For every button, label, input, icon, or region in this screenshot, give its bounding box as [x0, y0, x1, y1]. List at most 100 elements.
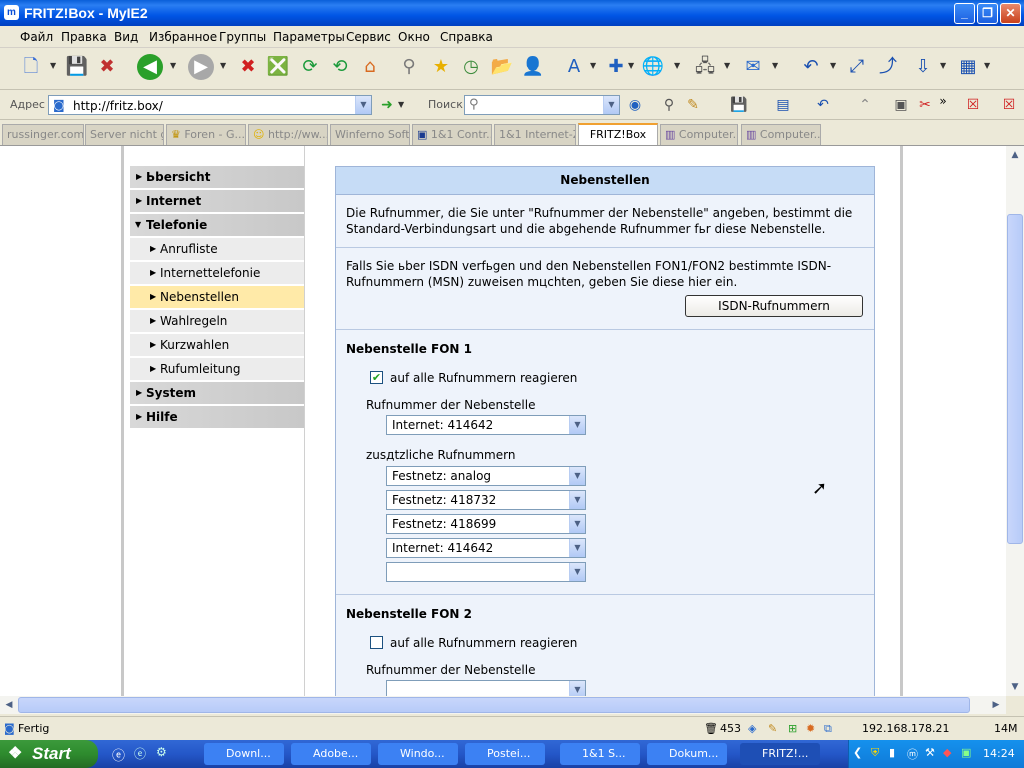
- tab-http[interactable]: ☺ http://ww...: [248, 124, 328, 145]
- nav-uebersicht[interactable]: ▶ Ьbersicht: [130, 166, 304, 190]
- mail-icon[interactable]: ✉: [740, 54, 766, 80]
- nav-internettelefonie[interactable]: ▶ Internettelefonie: [130, 262, 304, 286]
- chevron-down-icon[interactable]: ▼: [569, 515, 585, 533]
- horizontal-scrollbar[interactable]: ◀ ▶: [0, 696, 1006, 714]
- chevron-down-icon[interactable]: ▼: [220, 61, 226, 70]
- window-max-icon[interactable]: ⤴: [875, 54, 901, 80]
- status-gear-icon[interactable]: ✹: [806, 722, 815, 735]
- tab-computer-1[interactable]: ▥ Computer...: [660, 124, 738, 145]
- chevron-down-icon[interactable]: ▼: [674, 61, 680, 70]
- menu-file[interactable]: Файл: [20, 30, 53, 44]
- task-adobe[interactable]: Adobe...: [291, 743, 371, 765]
- vertical-scroll-thumb[interactable]: [1007, 214, 1023, 544]
- history-icon[interactable]: ◷: [458, 54, 484, 80]
- task-fritzbox[interactable]: FRITZ!...: [740, 743, 820, 765]
- undo-icon[interactable]: ↶: [798, 54, 824, 80]
- scroll-right-icon[interactable]: ▶: [988, 697, 1004, 713]
- chevron-down-icon[interactable]: ▼: [603, 96, 619, 114]
- encoding-icon[interactable]: ✚: [603, 54, 629, 80]
- tab-fritzbox[interactable]: FRITZ!Box: [578, 123, 658, 145]
- tray-network-icon[interactable]: ▮: [889, 746, 895, 759]
- nav-rufumleitung[interactable]: ▶ Rufumleitung: [130, 358, 304, 382]
- chevron-down-icon[interactable]: ▼: [830, 61, 836, 70]
- nav-internet[interactable]: ▶ Internet: [130, 190, 304, 214]
- save-icon[interactable]: 💾: [64, 54, 90, 80]
- window-restore-icon[interactable]: ⤢: [844, 54, 870, 80]
- close-tab-icon[interactable]: ☒: [960, 92, 986, 118]
- refresh-all-icon[interactable]: ⟲: [327, 54, 353, 80]
- vertical-scrollbar[interactable]: ▲ ▼: [1006, 146, 1024, 696]
- tab-1und1-contr[interactable]: ▣ 1&1 Contr...: [412, 124, 492, 145]
- chevron-down-icon[interactable]: ▼: [569, 467, 585, 485]
- menu-window[interactable]: Окно: [398, 30, 430, 44]
- search-icon[interactable]: ⚲: [396, 54, 422, 80]
- stop-all-icon[interactable]: ❎: [265, 54, 291, 80]
- task-posteingang[interactable]: Postei...: [465, 743, 545, 765]
- disk-icon[interactable]: ▣: [888, 92, 914, 118]
- folder-icon[interactable]: 📂: [489, 54, 515, 80]
- chevron-down-icon[interactable]: ▼: [724, 61, 730, 70]
- collapse-icon[interactable]: ⌃: [852, 92, 878, 118]
- nav-system[interactable]: ▶ System: [130, 382, 304, 406]
- close-all-icon[interactable]: ☒: [996, 92, 1022, 118]
- chevron-down-icon[interactable]: ▼: [355, 96, 371, 114]
- go-icon[interactable]: ➜: [374, 92, 400, 118]
- chevron-down-icon[interactable]: ▼: [569, 563, 585, 581]
- chevron-down-icon[interactable]: ▼: [569, 416, 585, 434]
- globe-icon[interactable]: 🌐: [640, 54, 666, 80]
- minimize-button[interactable]: _: [954, 3, 975, 24]
- scroll-left-icon[interactable]: ◀: [1, 697, 17, 713]
- menu-options[interactable]: Параметры: [273, 30, 345, 44]
- refresh-icon[interactable]: ⟳: [297, 54, 323, 80]
- proxy-icon[interactable]: 🖧: [692, 54, 718, 80]
- highlight-icon[interactable]: ⚲: [656, 92, 682, 118]
- stop-icon[interactable]: ✖: [235, 54, 261, 80]
- start-button[interactable]: ❖ Start: [0, 740, 98, 768]
- chevron-down-icon[interactable]: ▼: [772, 61, 778, 70]
- more-chevron-icon[interactable]: »: [930, 88, 956, 114]
- pen-icon[interactable]: ✎: [680, 92, 706, 118]
- fon1-extra-select-5[interactable]: ▼: [386, 562, 586, 582]
- text-size-icon[interactable]: A: [561, 54, 587, 80]
- maximize-button[interactable]: ❐: [977, 3, 998, 24]
- disconnect-icon[interactable]: ✖: [94, 54, 120, 80]
- tray-alert-icon[interactable]: ◆: [943, 746, 951, 759]
- fon1-all-numbers-checkbox[interactable]: ✔: [370, 371, 383, 384]
- nav-nebenstellen[interactable]: ▶ Nebenstellen: [130, 286, 304, 310]
- fon1-extra-select-3[interactable]: Festnetz: 418699 ▼: [386, 514, 586, 534]
- tab-computer-2[interactable]: ▥ Computer...: [741, 124, 821, 145]
- tile-vertical-icon[interactable]: ⇩: [910, 54, 936, 80]
- calendar-icon[interactable]: ▤: [770, 92, 796, 118]
- tile-grid-icon[interactable]: ▦: [955, 54, 981, 80]
- save-page-icon[interactable]: 💾: [726, 92, 752, 118]
- home-icon[interactable]: ⌂: [357, 54, 383, 80]
- tray-expand-icon[interactable]: ❮: [853, 746, 862, 759]
- isdn-rufnummern-button[interactable]: ISDN-Rufnummern: [685, 295, 863, 317]
- fon1-main-select[interactable]: Internet: 414642 ▼: [386, 415, 586, 435]
- chevron-down-icon[interactable]: ▼: [590, 61, 596, 70]
- menu-edit[interactable]: Правка: [61, 30, 107, 44]
- new-page-icon[interactable]: 🗋: [18, 54, 44, 80]
- menu-help[interactable]: Справка: [440, 30, 493, 44]
- tray-shield-icon[interactable]: ⛨: [871, 746, 879, 760]
- fon1-extra-select-1[interactable]: Festnetz: analog ▼: [386, 466, 586, 486]
- search-engine-icon[interactable]: ◉: [622, 92, 648, 118]
- nav-kurzwahlen[interactable]: ▶ Kurzwahlen: [130, 334, 304, 358]
- status-add-icon[interactable]: ⊞: [788, 722, 797, 735]
- scroll-up-icon[interactable]: ▲: [1007, 147, 1023, 163]
- undo-icon[interactable]: ↶: [810, 92, 836, 118]
- quicklaunch-ie-icon[interactable]: ⓔ: [112, 745, 125, 764]
- nav-wahlregeln[interactable]: ▶ Wahlregeln: [130, 310, 304, 334]
- favorites-star-icon[interactable]: ★: [428, 54, 454, 80]
- tray-monitor-icon[interactable]: ▣: [961, 746, 971, 759]
- chevron-down-icon[interactable]: ▼: [569, 491, 585, 509]
- nav-hilfe[interactable]: ▶ Hilfe: [130, 406, 304, 430]
- menu-groups[interactable]: Группы: [219, 30, 266, 44]
- nav-telefonie[interactable]: ▼ Telefonie: [130, 214, 304, 238]
- quicklaunch-ie2-icon[interactable]: ⓔ: [134, 745, 146, 762]
- status-window-icon[interactable]: ⧉: [824, 722, 832, 736]
- tab-russinger[interactable]: russinger.com ...: [2, 124, 84, 145]
- tab-server[interactable]: Server nicht g...: [85, 124, 164, 145]
- chevron-down-icon[interactable]: ▼: [398, 100, 404, 109]
- chevron-down-icon[interactable]: ▼: [569, 539, 585, 557]
